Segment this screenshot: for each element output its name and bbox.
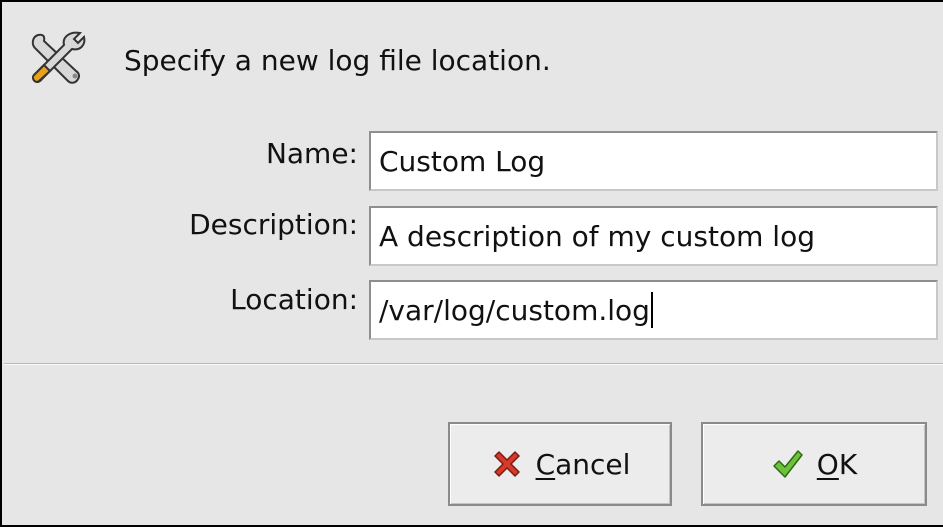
location-field[interactable]: /var/log/custom.log [369,280,938,340]
text-cursor [650,292,653,328]
tools-icon [31,31,86,84]
name-field[interactable]: Custom Log [369,131,938,191]
cancel-button-label: Cancel [535,447,631,481]
name-label: Name: [265,137,358,170]
name-value: Custom Log [379,144,546,178]
description-value: A description of my custom log [379,219,815,253]
ok-button-label: OK [816,447,858,481]
cancel-x-icon [493,451,520,477]
location-label: Location: [230,283,358,316]
description-field[interactable]: A description of my custom log [369,206,938,266]
ok-button[interactable]: OK [701,422,927,506]
cancel-button[interactable]: Cancel [448,422,672,506]
location-value: /var/log/custom.log [379,293,650,327]
add-log-dialog: Specify a new log file location. Name: C… [0,0,943,527]
description-label: Description: [189,208,358,241]
checkmark-icon [773,450,803,478]
dialog-prompt: Specify a new log file location. [124,44,551,77]
separator [4,363,943,365]
